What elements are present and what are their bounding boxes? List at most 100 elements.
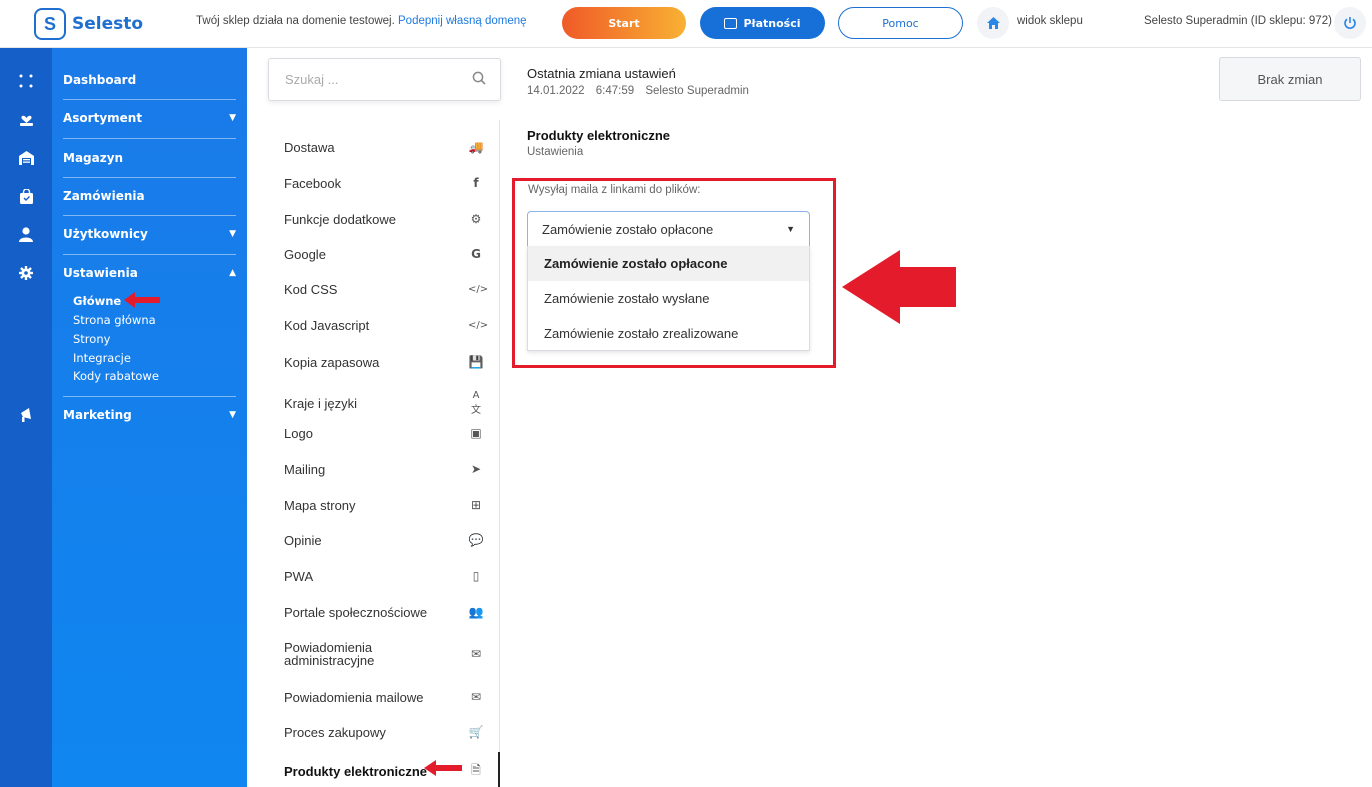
- settings-list-item[interactable]: Mailing ➤: [284, 462, 484, 476]
- sub-item-integracje[interactable]: Integracje: [73, 351, 131, 365]
- caret-down-icon: ▼: [229, 113, 236, 123]
- settings-list-item[interactable]: Kraje i języki A文: [284, 390, 484, 416]
- settings-list-item-label: Powiadomienia administracyjne: [284, 640, 375, 668]
- image-icon: ▣: [470, 426, 482, 440]
- logo[interactable]: S Selesto: [34, 8, 143, 40]
- settings-list-item-label: Kod Javascript: [284, 318, 370, 333]
- send-mail-select[interactable]: Zamówienie zostało opłacone ▼: [527, 211, 810, 247]
- caret-down-icon: ▼: [229, 410, 236, 420]
- dropdown-option[interactable]: Zamówienie zostało zrealizowane: [528, 316, 809, 351]
- select-dropdown: Zamówienie zostało opłacone Zamówienie z…: [527, 246, 810, 351]
- nav-item-dashboard[interactable]: Dashboard: [63, 71, 236, 89]
- nav-divider: [63, 215, 236, 216]
- sitemap-icon: ⊞: [470, 498, 482, 512]
- settings-list-item[interactable]: Logo ▣: [284, 426, 484, 440]
- select-value: Zamówienie zostało opłacone: [542, 221, 714, 237]
- payments-button-label: Płatności: [743, 16, 801, 30]
- settings-list-item[interactable]: Portale społecznościowe 👥: [284, 605, 484, 619]
- main-nav: Dashboard Asortyment ▼ Magazyn Zamówienia…: [52, 48, 247, 787]
- field-label: Wysyłaj maila z linkami do plików:: [528, 184, 701, 196]
- settings-list-item[interactable]: Google G: [284, 247, 484, 261]
- sub-item-strony[interactable]: Strony: [73, 332, 110, 346]
- paper-plane-icon: ➤: [470, 462, 482, 476]
- domain-info: Twój sklep działa na domenie testowej. P…: [196, 15, 527, 27]
- search-icon[interactable]: [472, 71, 486, 85]
- nav-divider: [63, 138, 236, 139]
- no-changes-button[interactable]: Brak zmian: [1219, 57, 1361, 101]
- settings-list-item[interactable]: Facebook f: [284, 176, 484, 190]
- nav-item-zamowienia[interactable]: Zamówienia: [63, 187, 236, 205]
- settings-list-item[interactable]: Powiadomienia mailowe ✉: [284, 690, 484, 704]
- home-icon[interactable]: [977, 7, 1009, 39]
- settings-list-item[interactable]: Funkcje dodatkowe ⚙: [284, 212, 484, 226]
- caret-down-icon: ▼: [786, 224, 795, 234]
- settings-list-item-label: Powiadomienia mailowe: [284, 689, 424, 705]
- settings-list-item-label: PWA: [284, 568, 314, 584]
- nav-item-label: Ustawienia: [63, 266, 138, 280]
- nav-item-ustawienia[interactable]: Ustawienia ▲: [63, 264, 236, 282]
- nav-item-label: Zamówienia: [63, 189, 145, 203]
- settings-list-item[interactable]: Proces zakupowy 🛒: [284, 725, 484, 739]
- warehouse-icon[interactable]: [0, 148, 52, 168]
- annotation-arrow-big: [842, 250, 956, 324]
- connect-domain-link[interactable]: Podepnij własną domenę: [398, 15, 527, 27]
- google-icon: G: [471, 247, 481, 261]
- settings-list-item[interactable]: Mapa strony ⊞: [284, 498, 484, 512]
- settings-list-item-label: Kraje i języki: [284, 395, 357, 411]
- settings-list-item-label: Mapa strony: [284, 497, 356, 513]
- nav-item-uzytkownicy[interactable]: Użytkownicy ▼: [63, 225, 236, 243]
- settings-list: Dostawa 🚚 Facebook f Funkcje dodatkowe ⚙ Googl…: [268, 120, 500, 787]
- user-icon[interactable]: [0, 224, 52, 244]
- section-subtitle: Ustawienia: [527, 146, 584, 158]
- nav-item-asortyment[interactable]: Asortyment ▼: [63, 109, 236, 127]
- sub-item-glowne[interactable]: Główne: [73, 294, 121, 308]
- sub-item-strona-glowna[interactable]: Strona główna: [73, 313, 156, 327]
- logo-icon: S: [34, 8, 66, 40]
- payments-button[interactable]: Płatności: [700, 7, 825, 39]
- floppy-disk-icon: 💾: [468, 355, 484, 369]
- start-button[interactable]: Start: [562, 7, 686, 39]
- users-icon: 👥: [468, 605, 484, 619]
- settings-list-item[interactable]: Powiadomienia administracyjne ✉: [284, 641, 484, 667]
- power-icon[interactable]: [1334, 7, 1366, 39]
- grid-icon[interactable]: [0, 71, 52, 91]
- help-button[interactable]: Pomoc: [838, 7, 963, 39]
- hand-heart-icon[interactable]: [0, 109, 52, 129]
- search-box: [268, 58, 501, 101]
- facebook-icon: f: [473, 176, 479, 190]
- code-icon: </>: [468, 320, 489, 331]
- dropdown-option[interactable]: Zamówienie zostało wysłane: [528, 281, 809, 316]
- shopping-bag-icon[interactable]: [0, 186, 52, 206]
- last-change-meta: 14.01.2022 6:47:59 Selesto Superadmin: [527, 85, 757, 97]
- settings-list-item-label: Logo: [284, 425, 313, 441]
- start-button-label: Start: [608, 16, 640, 30]
- cart-icon: 🛒: [468, 725, 484, 739]
- settings-list-item-label: Portale społecznościowe: [284, 604, 428, 620]
- search-input[interactable]: [269, 59, 459, 100]
- nav-item-marketing[interactable]: Marketing ▼: [63, 406, 236, 424]
- settings-list-item-label: Google: [284, 246, 326, 262]
- nav-divider: [63, 99, 236, 100]
- settings-list-item[interactable]: Kod Javascript </>: [284, 318, 489, 333]
- sub-item-kody-rabatowe[interactable]: Kody rabatowe: [73, 369, 159, 383]
- domain-info-text: Twój sklep działa na domenie testowej.: [196, 15, 395, 27]
- dropdown-option[interactable]: Zamówienie zostało opłacone: [528, 246, 809, 281]
- annotation-arrow-small: [124, 292, 160, 308]
- last-change-title: Ostatnia zmiana ustawień: [527, 66, 676, 81]
- gear-icon[interactable]: [0, 263, 52, 283]
- nav-item-magazyn[interactable]: Magazyn: [63, 149, 236, 167]
- shop-view-link[interactable]: widok sklepu: [1017, 15, 1083, 27]
- nav-item-label: Dashboard: [63, 73, 137, 87]
- settings-list-item[interactable]: PWA ▯: [284, 569, 484, 583]
- settings-list-item[interactable]: Opinie 💬: [284, 533, 484, 547]
- settings-list-item[interactable]: Kopia zapasowa 💾: [284, 355, 484, 369]
- nav-divider: [63, 254, 236, 255]
- admin-label: Selesto Superadmin (ID sklepu: 972): [1144, 15, 1332, 27]
- nav-item-label: Magazyn: [63, 151, 124, 165]
- megaphone-icon[interactable]: [0, 405, 52, 425]
- settings-list-item[interactable]: Dostawa 🚚: [284, 140, 484, 154]
- nav-divider: [63, 177, 236, 178]
- settings-list-item[interactable]: Kod CSS </>: [284, 283, 488, 296]
- caret-down-icon: ▼: [229, 229, 236, 239]
- help-button-label: Pomoc: [882, 16, 919, 30]
